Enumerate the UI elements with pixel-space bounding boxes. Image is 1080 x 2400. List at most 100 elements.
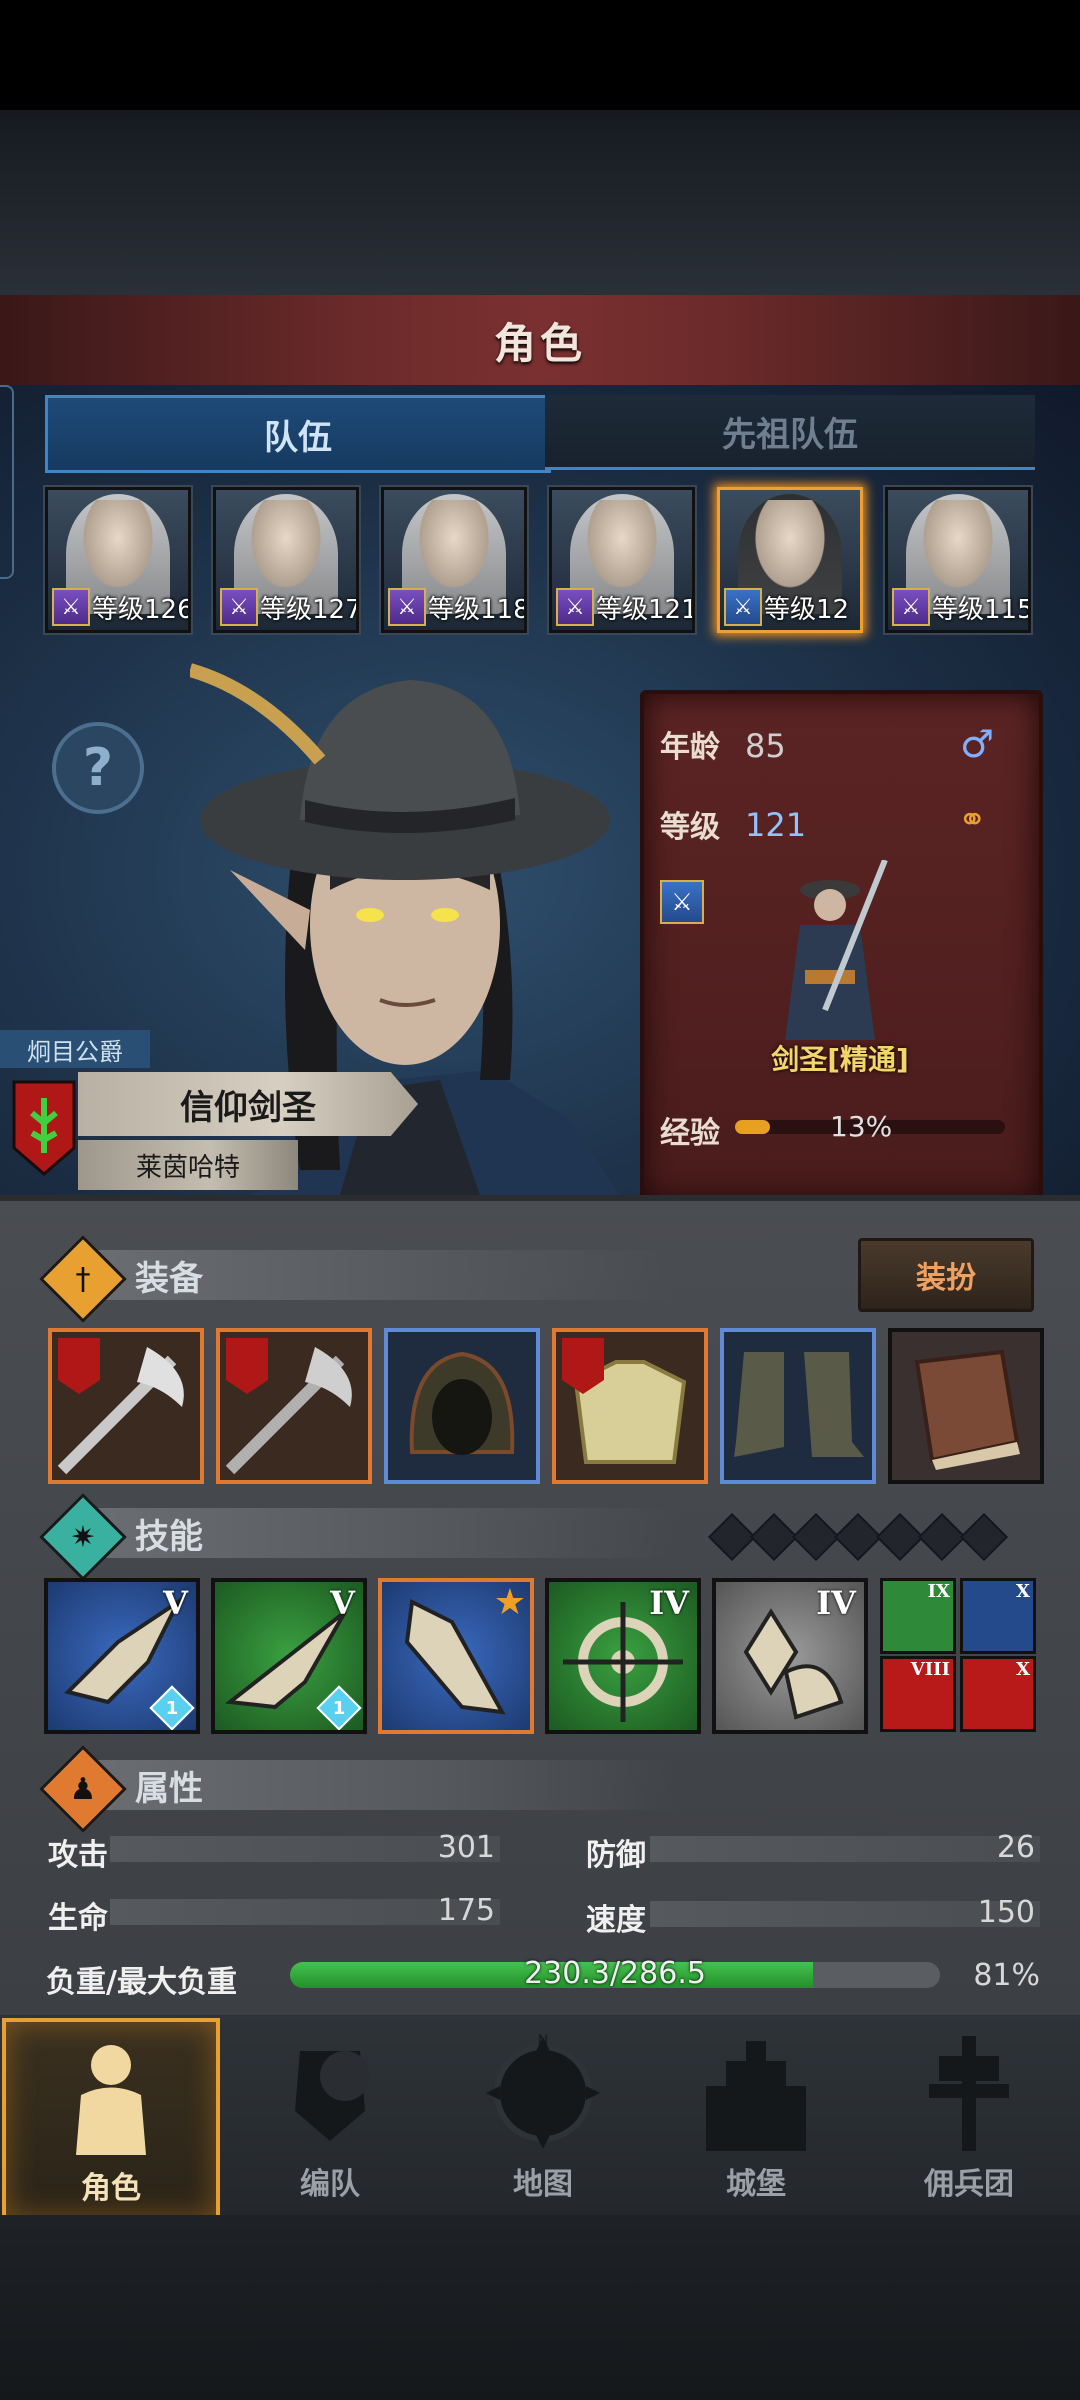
- halberd-icon: [225, 1338, 352, 1475]
- passive-skill[interactable]: X: [960, 1578, 1036, 1654]
- skill-point-diamond: [875, 1512, 925, 1562]
- load-percent: 81%: [973, 1958, 1040, 1993]
- tab-ancestors[interactable]: 先祖队伍: [545, 395, 1035, 470]
- team-member-portrait-selected[interactable]: ⚔ 等级12: [717, 487, 863, 633]
- level-value: 121: [745, 806, 807, 844]
- equipment-slot-armor[interactable]: [552, 1328, 708, 1484]
- skill-points: [707, 1512, 1009, 1562]
- top-backdrop: [0, 110, 1080, 295]
- tab-team-label: 队伍: [264, 417, 332, 458]
- character-title-plate: 信仰剑圣: [78, 1072, 418, 1136]
- class-badge-icon: ⚔: [724, 588, 762, 626]
- ring-icon[interactable]: ⚭: [958, 800, 987, 840]
- equipment-header: 装备: [95, 1250, 675, 1300]
- skill-point-diamond: [917, 1512, 967, 1562]
- exp-label: 经验: [660, 1116, 720, 1151]
- skill-point-diamond: [791, 1512, 841, 1562]
- book-icon: [914, 1349, 1020, 1470]
- passive-skill[interactable]: X: [960, 1656, 1036, 1732]
- portrait-level: 等级126: [92, 594, 191, 625]
- nav-mercenary-label: 佣兵团: [924, 2167, 1014, 2202]
- equipment-slot-weapon-2[interactable]: [216, 1328, 372, 1484]
- skill-point-diamond: [749, 1512, 799, 1562]
- noble-rank-plate: 炯目公爵: [0, 1030, 150, 1068]
- title-bar: 角色: [0, 295, 1080, 387]
- level-label: 等级: [660, 810, 720, 845]
- team-member-portrait[interactable]: ⚔ 等级126: [45, 487, 191, 633]
- team-member-portrait[interactable]: ⚔ 等级118: [381, 487, 527, 633]
- defense-value: 26: [996, 1830, 1035, 1865]
- nav-formation-label: 编队: [300, 2167, 360, 2202]
- tab-team[interactable]: 队伍: [45, 395, 551, 473]
- nav-formation[interactable]: 编队: [225, 2018, 435, 2213]
- character-title: 信仰剑圣: [180, 1087, 316, 1128]
- defense-label: 防御: [586, 1838, 646, 1873]
- attributes-header: 属性: [95, 1760, 675, 1810]
- character-name-plate: 莱茵哈特: [78, 1140, 298, 1190]
- halberd-icon: [57, 1338, 184, 1475]
- skill-slot[interactable]: IV: [545, 1578, 701, 1734]
- nav-castle[interactable]: 城堡: [651, 2018, 861, 2213]
- portrait-level: 等级115: [932, 594, 1031, 625]
- compass-map-icon: N: [486, 2033, 600, 2149]
- load-value: 230.3/286.5: [524, 1956, 706, 1991]
- skill-slot[interactable]: IV: [712, 1578, 868, 1734]
- attack-label: 攻击: [48, 1838, 108, 1873]
- skill-tier: V: [163, 1584, 188, 1622]
- skill-point-diamond: [707, 1512, 757, 1562]
- skill-tier: IX: [927, 1581, 950, 1602]
- class-name: 剑圣[精通]: [771, 1043, 909, 1076]
- equipment-slot-weapon[interactable]: [48, 1328, 204, 1484]
- skill-tier: X: [1016, 1659, 1030, 1680]
- house-banner-icon: [12, 1080, 76, 1176]
- equipment-slot-boots[interactable]: [720, 1328, 876, 1484]
- page-title: 角色: [493, 318, 586, 368]
- skill-tier: X: [1016, 1581, 1030, 1602]
- skills-header: 技能: [95, 1508, 675, 1558]
- class-badge-icon: ⚔: [388, 588, 426, 626]
- skill-tier: IV: [649, 1584, 689, 1622]
- portrait-level: 等级121: [596, 594, 695, 625]
- class-badge-icon: ⚔: [220, 588, 258, 626]
- skill-slot[interactable]: V 1: [211, 1578, 367, 1734]
- attack-value: 301: [437, 1830, 495, 1865]
- team-member-portrait[interactable]: ⚔ 等级127: [213, 487, 359, 633]
- portrait-level: 等级127: [260, 594, 359, 625]
- hood-icon: [409, 1351, 515, 1455]
- nav-character[interactable]: 角色: [2, 2018, 220, 2221]
- male-gender-icon: ♂: [960, 722, 995, 766]
- skill-tier: IV: [816, 1584, 856, 1622]
- skill-point-diamond: [833, 1512, 883, 1562]
- attributes-title: 属性: [135, 1768, 203, 1809]
- bottom-backdrop: [0, 2215, 1080, 2400]
- shield-helmet-icon: [295, 2051, 370, 2141]
- equipment-title: 装备: [135, 1258, 203, 1299]
- skill-slot[interactable]: V 1: [44, 1578, 200, 1734]
- equipment-slot-accessory[interactable]: [888, 1328, 1044, 1484]
- armor-icon: [562, 1338, 687, 1464]
- nav-map[interactable]: N 地图: [438, 2018, 648, 2213]
- class-badge-icon: ⚔: [660, 880, 704, 924]
- class-badge-icon: ⚔: [556, 588, 594, 626]
- skills-title: 技能: [135, 1516, 203, 1557]
- age-label: 年龄: [660, 730, 720, 765]
- skill-tier: V: [330, 1584, 355, 1622]
- portrait-level: 等级12: [764, 594, 850, 625]
- nav-mercenary[interactable]: 佣兵团: [864, 2018, 1074, 2213]
- load-label: 负重/最大负重: [46, 1965, 237, 2000]
- skill-slot[interactable]: ★: [378, 1578, 534, 1734]
- passive-skill[interactable]: IX: [880, 1578, 956, 1654]
- class-badge-icon: ⚔: [892, 588, 930, 626]
- nav-map-label: 地图: [513, 2167, 573, 2202]
- dress-up-button[interactable]: 装扮: [858, 1238, 1034, 1312]
- hp-value: 175: [437, 1893, 495, 1928]
- help-button[interactable]: ?: [52, 722, 144, 814]
- side-drawer-handle[interactable]: [0, 385, 14, 579]
- team-member-portrait[interactable]: ⚔ 等级121: [549, 487, 695, 633]
- team-member-portrait[interactable]: ⚔ 等级115: [885, 487, 1031, 633]
- passive-skill[interactable]: VIII: [880, 1656, 956, 1732]
- speed-label: 速度: [586, 1903, 646, 1938]
- equipment-slot-head[interactable]: [384, 1328, 540, 1484]
- compass-north-label: N: [538, 2033, 548, 2049]
- class-figure-art: [785, 860, 888, 1040]
